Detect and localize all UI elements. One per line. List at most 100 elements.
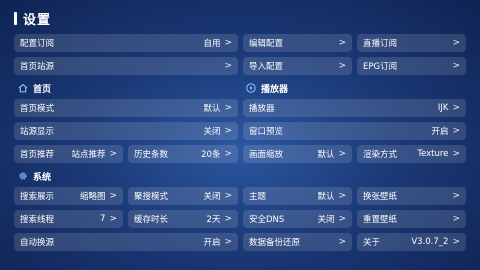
setting-label: 缓存时长 [134, 215, 169, 225]
setting-label: 历史条数 [134, 150, 169, 160]
setting-label: 播放器 [249, 104, 275, 114]
chevron-right-icon: > [338, 61, 346, 71]
setting-label: 数据备份还原 [249, 238, 301, 248]
section-home: 首页 [18, 81, 51, 95]
setting-screen-scale[interactable]: 画面缩放 默认 > [243, 145, 352, 163]
setting-label: EPG订阅 [363, 62, 398, 72]
chevron-right-icon: > [338, 149, 346, 159]
section-title: 系统 [33, 172, 52, 183]
setting-value: 2天 [206, 215, 221, 225]
title-accent-bar [14, 11, 17, 25]
setting-reset-wallpaper[interactable]: 重置壁纸 > [357, 210, 466, 228]
setting-label: 换张壁纸 [363, 192, 398, 202]
setting-value: 默认 [317, 150, 335, 160]
setting-value: 关闭 [203, 192, 221, 202]
setting-import-config[interactable]: 导入配置 > [243, 57, 352, 75]
setting-value: 默认 [203, 104, 221, 114]
chevron-right-icon: > [452, 38, 460, 48]
setting-change-wallpaper[interactable]: 换张壁纸 > [357, 187, 466, 205]
header: 设置 [14, 8, 51, 28]
setting-player[interactable]: 播放器 IJK > [243, 99, 466, 117]
setting-source-display[interactable]: 站源显示 关闭 > [14, 122, 238, 140]
setting-history-count[interactable]: 历史条数 20条 > [128, 145, 238, 163]
section-system: 系统 [18, 169, 51, 183]
setting-label: 搜索线程 [20, 215, 55, 225]
setting-value: 默认 [317, 192, 335, 202]
chevron-right-icon: > [338, 214, 346, 224]
setting-window-preview[interactable]: 窗口预览 开启 > [243, 122, 466, 140]
play-circle-icon [246, 83, 256, 93]
setting-value: 自用 [203, 39, 221, 49]
setting-home-recommend[interactable]: 首页推荐 站点推荐 > [14, 145, 123, 163]
setting-label: 配置订阅 [20, 39, 55, 49]
setting-value: 开启 [203, 238, 221, 248]
chevron-right-icon: > [224, 103, 232, 113]
section-player: 播放器 [246, 81, 288, 95]
setting-value: 7 [100, 214, 106, 224]
setting-label: 主题 [249, 192, 267, 202]
setting-label: 重置壁纸 [363, 215, 398, 225]
setting-search-display[interactable]: 搜索展示 缩略图 > [14, 187, 123, 205]
setting-search-threads[interactable]: 搜索线程 7 > [14, 210, 123, 228]
setting-aggregate-search[interactable]: 聚搜模式 关闭 > [128, 187, 238, 205]
chevron-right-icon: > [452, 237, 460, 247]
setting-value: 开启 [431, 127, 449, 137]
chevron-right-icon: > [452, 103, 460, 113]
chevron-right-icon: > [109, 149, 117, 159]
setting-value: 站点推荐 [71, 150, 106, 160]
setting-secure-dns[interactable]: 安全DNS 关闭 > [243, 210, 352, 228]
setting-home-source[interactable]: 首页站源 > [14, 57, 238, 75]
setting-render-mode[interactable]: 渲染方式 Texture > [357, 145, 466, 163]
setting-label: 搜索展示 [20, 192, 55, 202]
home-icon [18, 83, 28, 93]
chevron-right-icon: > [338, 237, 346, 247]
setting-label: 首页推荐 [20, 150, 55, 160]
setting-live-subscription[interactable]: 直播订阅 > [357, 34, 466, 52]
setting-label: 编辑配置 [249, 39, 284, 49]
chevron-right-icon: > [452, 214, 460, 224]
setting-auto-switch-source[interactable]: 自动换源 开启 > [14, 233, 238, 251]
setting-label: 直播订阅 [363, 39, 398, 49]
setting-value: Texture [417, 149, 449, 159]
chevron-right-icon: > [109, 214, 117, 224]
chevron-right-icon: > [224, 214, 232, 224]
setting-label: 首页站源 [20, 62, 55, 72]
setting-epg-subscription[interactable]: EPG订阅 > [357, 57, 466, 75]
setting-theme[interactable]: 主题 默认 > [243, 187, 352, 205]
chevron-right-icon: > [109, 191, 117, 201]
chevron-right-icon: > [338, 191, 346, 201]
setting-config-subscription[interactable]: 配置订阅 自用 > [14, 34, 238, 52]
section-title: 播放器 [261, 84, 289, 95]
chevron-right-icon: > [224, 149, 232, 159]
setting-about[interactable]: 关于 V3.0.7_2 > [357, 233, 466, 251]
chevron-right-icon: > [452, 149, 460, 159]
setting-label: 窗口预览 [249, 127, 284, 137]
chevron-right-icon: > [224, 38, 232, 48]
chevron-right-icon: > [452, 61, 460, 71]
setting-cache-duration[interactable]: 缓存时长 2天 > [128, 210, 238, 228]
setting-label: 渲染方式 [363, 150, 398, 160]
setting-value: IJK [437, 103, 449, 113]
chevron-right-icon: > [224, 237, 232, 247]
setting-home-mode[interactable]: 首页模式 默认 > [14, 99, 238, 117]
page-title: 设置 [23, 12, 52, 28]
setting-backup-restore[interactable]: 数据备份还原 > [243, 233, 352, 251]
setting-label: 站源显示 [20, 127, 55, 137]
setting-edit-config[interactable]: 编辑配置 > [243, 34, 352, 52]
setting-label: 首页模式 [20, 104, 55, 114]
gear-icon [18, 171, 28, 181]
setting-label: 导入配置 [249, 62, 284, 72]
chevron-right-icon: > [338, 38, 346, 48]
section-title: 首页 [33, 84, 52, 95]
setting-value: 关闭 [317, 215, 335, 225]
setting-value: 缩略图 [79, 192, 106, 202]
setting-label: 画面缩放 [249, 150, 284, 160]
chevron-right-icon: > [224, 61, 232, 71]
setting-value: 关闭 [203, 127, 221, 137]
chevron-right-icon: > [452, 191, 460, 201]
setting-label: 安全DNS [249, 215, 285, 225]
chevron-right-icon: > [452, 126, 460, 136]
setting-value: V3.0.7_2 [411, 237, 449, 247]
setting-label: 关于 [363, 238, 381, 248]
setting-label: 聚搜模式 [134, 192, 169, 202]
